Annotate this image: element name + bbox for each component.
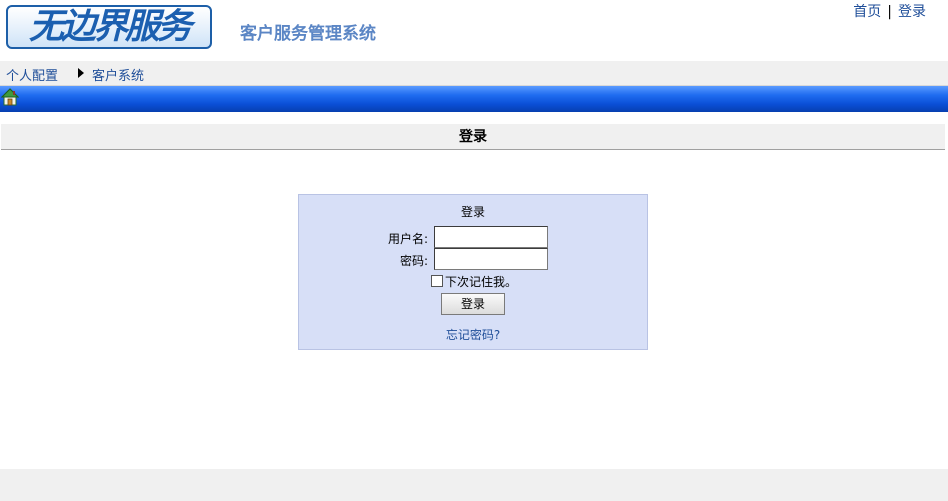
home-link[interactable]: 首页 [853, 4, 881, 20]
forgot-password: 忘记密码? [299, 326, 647, 343]
remember-me-checkbox[interactable] [431, 275, 443, 287]
login-button[interactable]: 登录 [441, 293, 505, 315]
remember-me: 下次记住我。 [431, 273, 517, 290]
triangle-right-icon [78, 68, 84, 78]
password-input[interactable] [434, 248, 548, 270]
password-label: 密码: [399, 254, 428, 268]
login-panel-title: 登录 [460, 205, 485, 219]
breadcrumb: 个人配置 客户系统 [0, 61, 948, 86]
username-input[interactable] [434, 226, 548, 248]
page-title: 登录 [1, 124, 945, 150]
system-title: 客户服务管理系统 [240, 24, 376, 44]
remember-me-label: 下次记住我。 [445, 275, 518, 289]
username-label: 用户名: [387, 232, 428, 246]
login-panel: 登录 用户名: 密码: 下次记住我。 登录 忘记密码? [298, 194, 648, 350]
link-separator: | [887, 4, 892, 20]
header: 无边界服务 客户服务管理系统 首页 | 登录 [0, 0, 948, 60]
top-links: 首页 | 登录 [853, 1, 926, 21]
logo: 无边界服务 [6, 5, 212, 49]
login-link[interactable]: 登录 [898, 4, 926, 20]
home-icon[interactable] [1, 88, 19, 106]
footer [0, 469, 948, 501]
breadcrumb-customer-system[interactable]: 客户系统 [92, 65, 144, 84]
breadcrumb-personal-config[interactable]: 个人配置 [6, 65, 58, 84]
nav-bar [0, 86, 948, 112]
forgot-password-link[interactable]: 忘记密码? [446, 328, 500, 342]
